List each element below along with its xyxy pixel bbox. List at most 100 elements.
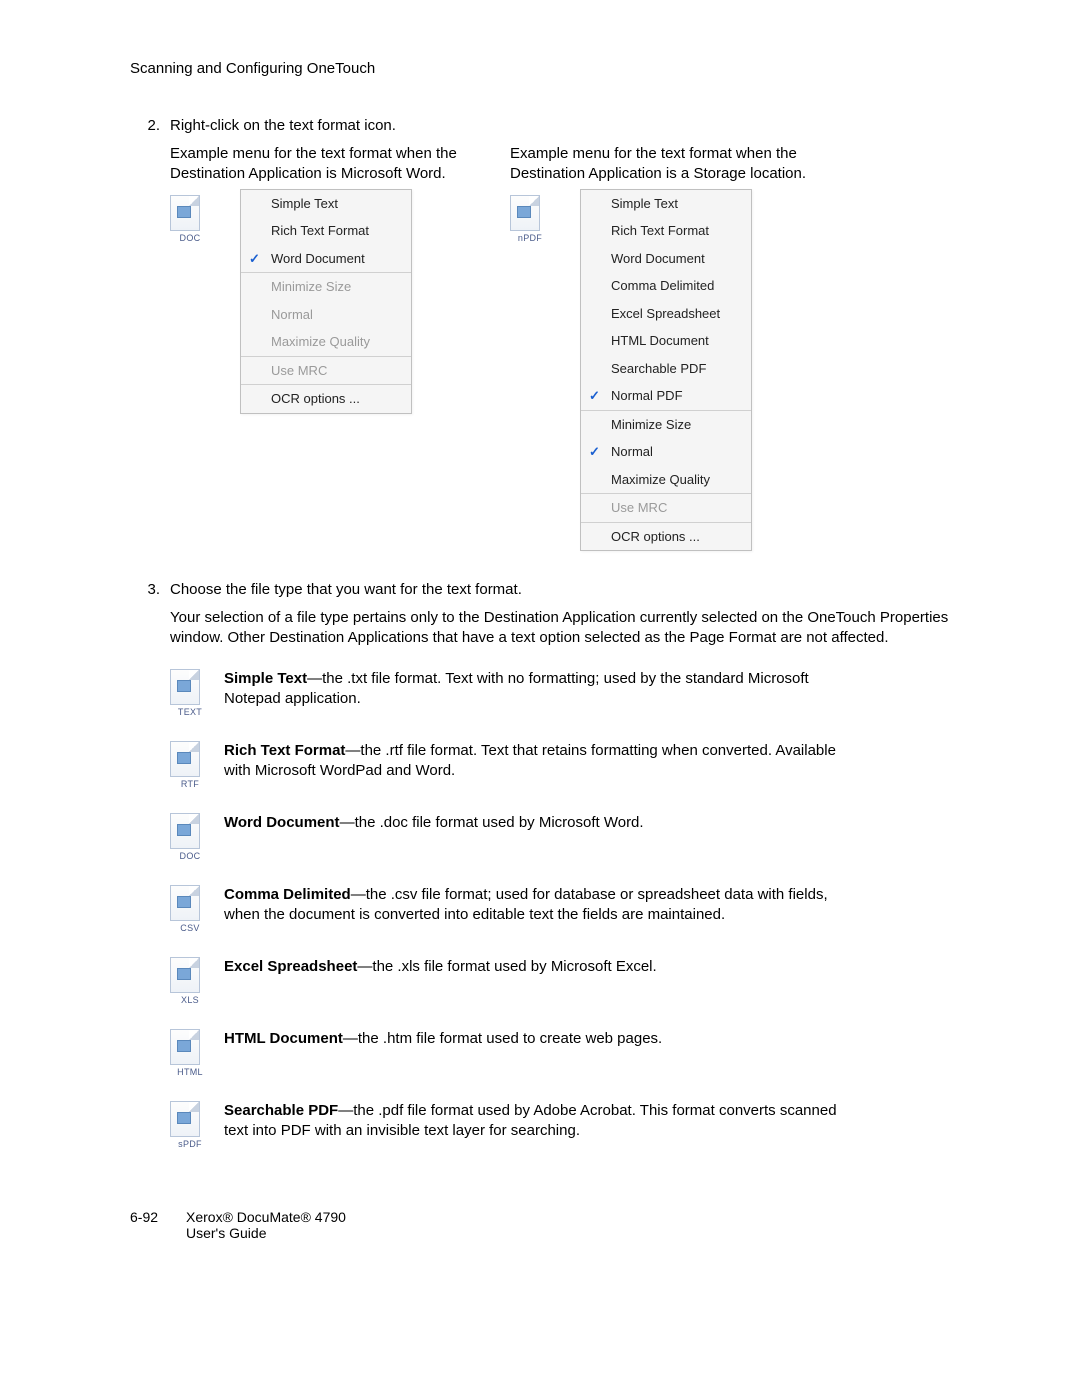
file-icon [170, 669, 200, 705]
format-icon-col: CSV [170, 885, 210, 933]
format-descriptions: TEXTSimple Text—the .txt file format. Te… [170, 669, 980, 1149]
format-text: Excel Spreadsheet—the .xls file format u… [224, 957, 844, 1005]
menu-item[interactable]: Rich Text Format [581, 217, 751, 245]
step-text: Choose the file type that you want for t… [170, 581, 980, 598]
format-text: HTML Document—the .htm file format used … [224, 1029, 844, 1077]
example-word: Example menu for the text format when th… [170, 144, 470, 551]
file-icon [170, 885, 200, 921]
file-icon [170, 741, 200, 777]
file-icon [170, 1101, 200, 1137]
menu-item[interactable]: Comma Delimited [581, 272, 751, 300]
step-3-body: Your selection of a file type pertains o… [170, 608, 980, 649]
step-number: 2. [130, 117, 170, 134]
menu-item-label: Maximize Quality [271, 334, 370, 349]
menu-item[interactable]: ✓ Normal PDF [581, 382, 751, 410]
menu-item[interactable]: Maximize Quality [581, 466, 751, 494]
doc-file-label: DOC [170, 233, 210, 243]
section-header: Scanning and Configuring OneTouch [130, 60, 980, 77]
file-icon-label: RTF [170, 779, 210, 789]
step-text: Right-click on the text format icon. [170, 117, 980, 134]
menu-item: Use MRC [241, 357, 411, 385]
format-row: sPDF Searchable PDF—the .pdf file format … [170, 1101, 980, 1149]
format-name: Simple Text [224, 670, 307, 687]
menu-item-label: Excel Spreadsheet [611, 306, 720, 321]
format-name: HTML Document [224, 1030, 343, 1047]
menu-item-label: Maximize Quality [611, 472, 710, 487]
menu-item-label: Normal PDF [611, 388, 683, 403]
example-storage: Example menu for the text format when th… [510, 144, 810, 551]
file-icon [170, 957, 200, 993]
step-number: 3. [130, 581, 170, 598]
menu-item-label: OCR options ... [611, 529, 700, 544]
context-menu-word: Simple Text Rich Text Format ✓ Word Documen… [240, 189, 412, 414]
format-text: Comma Delimited—the .csv file format; us… [224, 885, 844, 933]
format-icon-col: RTF [170, 741, 210, 789]
format-name: Comma Delimited [224, 886, 351, 903]
format-row: TEXTSimple Text—the .txt file format. Te… [170, 669, 980, 717]
format-name: Word Document [224, 814, 340, 831]
format-icon-col: XLS [170, 957, 210, 1005]
format-row: RTF Rich Text Format—the .rtf file format… [170, 741, 980, 789]
menu-item-label: Simple Text [611, 196, 678, 211]
file-icon-label: XLS [170, 995, 210, 1005]
format-icon-npdf: nPDF [510, 195, 550, 243]
example-caption: Example menu for the text format when th… [510, 144, 810, 185]
format-row: XLS Excel Spreadsheet—the .xls file forma… [170, 957, 980, 1005]
file-icon-label: sPDF [170, 1139, 210, 1149]
step-2: 2. Right-click on the text format icon. [130, 117, 980, 134]
menu-item[interactable]: Rich Text Format [241, 217, 411, 245]
menu-item: Normal [241, 301, 411, 329]
menu-item[interactable]: Excel Spreadsheet [581, 300, 751, 328]
format-row: CSV Comma Delimited—the .csv file format;… [170, 885, 980, 933]
format-text: Word Document—the .doc file format used … [224, 813, 844, 861]
format-name: Searchable PDF [224, 1102, 338, 1119]
menu-item[interactable]: Word Document [581, 245, 751, 273]
page-number: 6-92 [130, 1209, 170, 1241]
menu-item[interactable]: Simple Text [581, 190, 751, 218]
menu-item-label: Word Document [611, 251, 705, 266]
menu-item-label: Minimize Size [271, 279, 351, 294]
context-menu-storage: Simple Text Rich Text Format Word Document… [580, 189, 752, 552]
menu-item-label: Use MRC [611, 500, 667, 515]
example-caption: Example menu for the text format when th… [170, 144, 470, 185]
format-text: Searchable PDF—the .pdf file format used… [224, 1101, 844, 1149]
footer-product: Xerox® DocuMate® 4790 [186, 1209, 346, 1225]
menu-item-label: Use MRC [271, 363, 327, 378]
menu-item[interactable]: ✓Normal [581, 438, 751, 466]
format-description: —the .doc file format used by Microsoft … [340, 814, 644, 831]
menu-item-label: Comma Delimited [611, 278, 714, 293]
menu-item[interactable]: Minimize Size [581, 411, 751, 439]
page-footer: 6-92 Xerox® DocuMate® 4790 User's Guide [130, 1209, 980, 1241]
menu-item[interactable]: ✓ Word Document [241, 245, 411, 273]
menu-item: Minimize Size [241, 273, 411, 301]
format-icon-col: HTML [170, 1029, 210, 1077]
menu-item[interactable]: Searchable PDF [581, 355, 751, 383]
menu-item-label: Rich Text Format [611, 223, 709, 238]
check-icon: ✓ [249, 249, 260, 269]
footer-doc-title: User's Guide [186, 1225, 346, 1241]
file-icon-label: HTML [170, 1067, 210, 1077]
menu-item-label: Simple Text [271, 196, 338, 211]
menu-item[interactable]: HTML Document [581, 327, 751, 355]
file-icon-label: DOC [170, 851, 210, 861]
format-icon-col: sPDF [170, 1101, 210, 1149]
menu-item-label: Normal [271, 307, 313, 322]
format-name: Excel Spreadsheet [224, 958, 357, 975]
file-icon [170, 813, 200, 849]
menu-item: Use MRC [581, 494, 751, 522]
menu-item-label: HTML Document [611, 333, 709, 348]
format-icon-doc: DOC [170, 195, 210, 243]
step-3: 3. Choose the file type that you want fo… [130, 581, 980, 598]
format-row: HTML HTML Document—the .htm file format u… [170, 1029, 980, 1077]
menu-item[interactable]: OCR options ... [241, 385, 411, 413]
menu-item[interactable]: OCR options ... [581, 523, 751, 551]
file-icon [170, 1029, 200, 1065]
menu-item-label: Normal [611, 444, 653, 459]
file-icon-label: TEXT [170, 707, 210, 717]
menu-item-label: Word Document [271, 251, 365, 266]
menu-item[interactable]: Simple Text [241, 190, 411, 218]
check-icon: ✓ [589, 386, 600, 406]
format-icon-col: TEXT [170, 669, 210, 717]
menu-item-label: Rich Text Format [271, 223, 369, 238]
format-text: Rich Text Format—the .rtf file format. T… [224, 741, 844, 789]
